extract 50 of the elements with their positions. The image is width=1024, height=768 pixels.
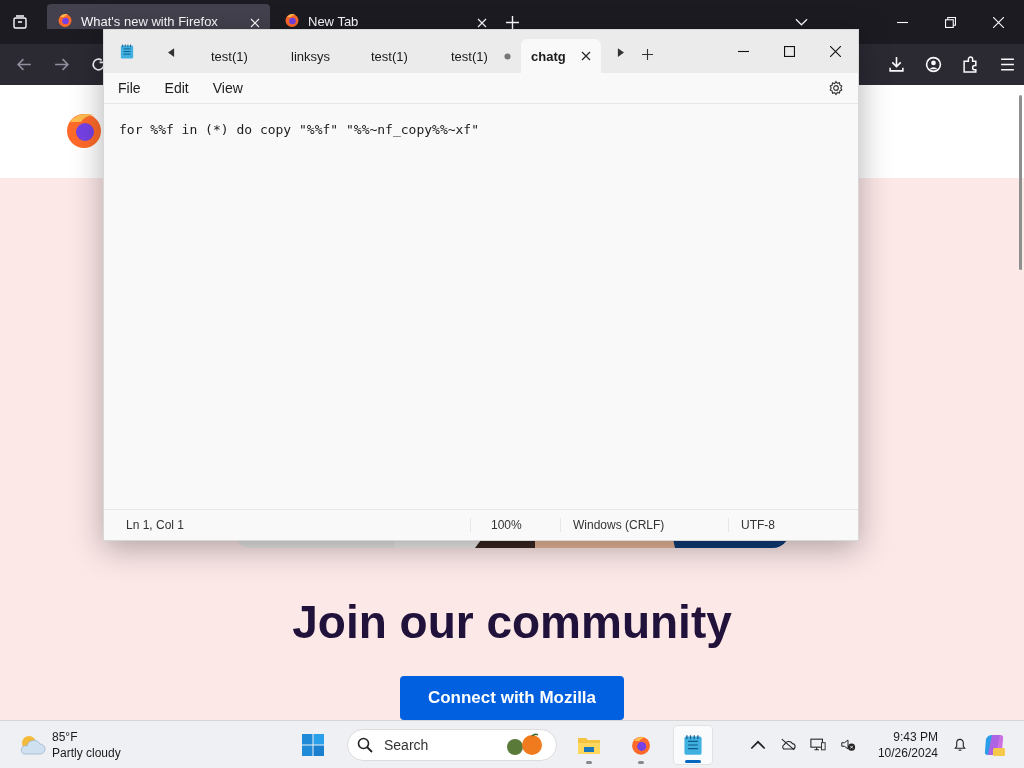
- menu-item[interactable]: Edit: [164, 80, 189, 96]
- scrollbar[interactable]: [1019, 95, 1022, 270]
- menu-icon[interactable]: [999, 56, 1016, 73]
- speaker-muted-icon[interactable]: [839, 737, 856, 752]
- section-heading: Join our community: [292, 595, 732, 650]
- encoding[interactable]: UTF-8: [728, 518, 775, 532]
- monitor-icon[interactable]: [809, 737, 826, 752]
- document-tab[interactable]: chatg: [521, 39, 601, 73]
- firefox-icon: [57, 12, 73, 28]
- clock[interactable]: 9:43 PM 10/26/2024: [877, 728, 938, 761]
- menu-item[interactable]: View: [212, 80, 243, 96]
- copilot-icon[interactable]: [982, 732, 1006, 757]
- notepad-icon: [681, 733, 705, 756]
- browser-tab[interactable]: What's new with Firefox: [47, 4, 270, 29]
- editor-text[interactable]: for %%f in (*) do copy "%%f" "%%~nf_copy%%~xf": [119, 122, 843, 137]
- firefox-icon: [284, 12, 300, 28]
- account-icon[interactable]: [925, 56, 942, 73]
- document-tab[interactable]: test(1): [361, 39, 441, 73]
- temperature: 85°F: [52, 728, 79, 745]
- notepad-icon: [120, 43, 134, 60]
- connect-button[interactable]: Connect with Mozilla: [399, 676, 625, 720]
- bell-icon[interactable]: [952, 737, 968, 752]
- search-icon: [357, 736, 373, 753]
- maximize-icon[interactable]: [784, 46, 795, 57]
- back-icon[interactable]: [16, 56, 33, 73]
- new-tab-icon[interactable]: [642, 49, 653, 60]
- document-tab[interactable]: test(1): [441, 39, 521, 73]
- chevron-down-icon[interactable]: [795, 18, 808, 26]
- browser-tab[interactable]: New Tab: [274, 4, 497, 29]
- download-icon[interactable]: [888, 56, 905, 73]
- taskbar-app[interactable]: [673, 724, 713, 765]
- search-field[interactable]: Search: [347, 728, 557, 761]
- start-icon[interactable]: [301, 732, 325, 757]
- close-icon[interactable]: [581, 51, 591, 61]
- close-icon[interactable]: [830, 46, 841, 57]
- cloud-off-icon[interactable]: [779, 737, 796, 752]
- forward-icon[interactable]: [53, 56, 70, 73]
- line-ending[interactable]: Windows (CRLF): [560, 518, 728, 532]
- menu-item[interactable]: File: [118, 80, 141, 96]
- puzzle-icon[interactable]: [962, 56, 979, 73]
- restore-icon[interactable]: [945, 16, 956, 28]
- settings-icon[interactable]: [828, 80, 844, 96]
- weather-condition: Partly cloudy: [52, 744, 121, 761]
- tab-list-icon[interactable]: [12, 14, 28, 30]
- cursor-position: Ln 1, Col 1: [125, 518, 186, 532]
- document-tab[interactable]: linksys: [281, 39, 361, 73]
- scroll-left-icon[interactable]: [168, 48, 175, 57]
- scroll-right-icon[interactable]: [617, 48, 624, 57]
- document-tab[interactable]: test(1): [201, 39, 281, 73]
- zoom-level[interactable]: 100%: [470, 518, 560, 532]
